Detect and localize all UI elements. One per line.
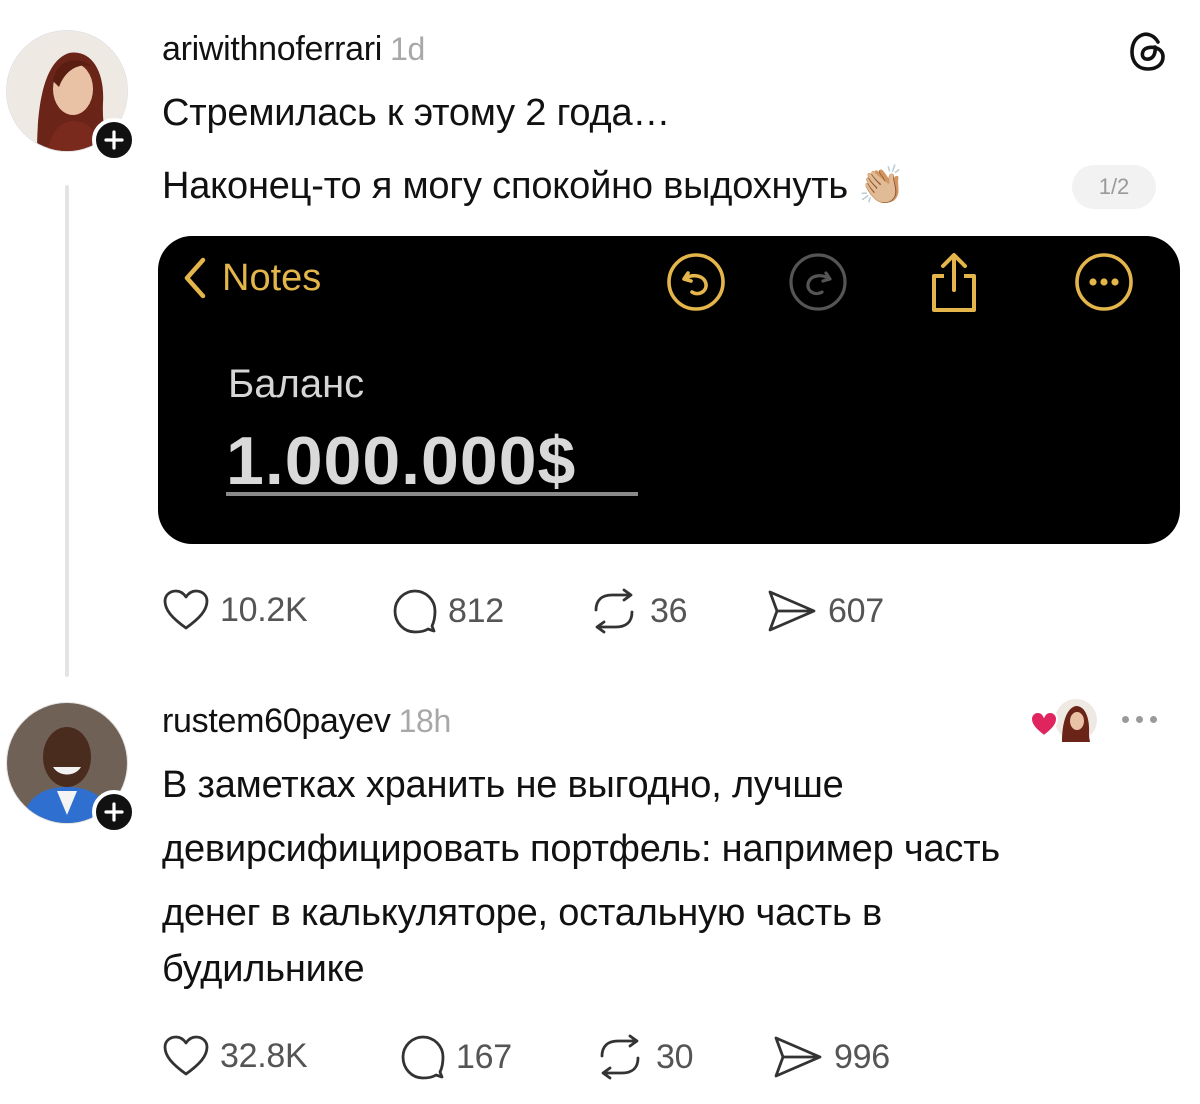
reply-text-line-2: девирсифицировать портфель: например час… <box>162 828 1001 870</box>
reply-share-button[interactable]: 996 <box>772 1034 890 1080</box>
reply-like-button[interactable]: 32.8K <box>162 1034 308 1078</box>
reply-text-line-4: будильнике <box>162 948 365 990</box>
heart-icon <box>163 589 209 630</box>
post-header: ariwithnoferrari 1d <box>162 30 425 69</box>
share-paper-plane-icon <box>768 590 816 632</box>
notes-balance-amount: 1.000.000$ <box>226 423 577 499</box>
more-circle-icon <box>1075 253 1133 311</box>
reply-comment-count: 167 <box>456 1037 512 1076</box>
share-button[interactable]: 607 <box>766 588 884 634</box>
repost-button[interactable]: 36 <box>588 588 688 634</box>
post-image-notes-screenshot[interactable]: Notes Баланс 1.000.000$ <box>158 236 1180 544</box>
comment-bubble-icon <box>401 1035 445 1080</box>
more-dots-icon[interactable] <box>1122 716 1157 723</box>
reply-author-avatar[interactable] <box>6 702 136 834</box>
reply-repost-button[interactable]: 30 <box>594 1034 694 1080</box>
reply-text-line-3: денег в калькуляторе, остальную часть в <box>162 892 882 934</box>
threads-feed: ariwithnoferrari 1d Стремилась к этому 2 … <box>0 0 1200 1104</box>
follow-plus-icon[interactable] <box>92 118 136 162</box>
reply-comment-button[interactable]: 167 <box>400 1034 512 1080</box>
comment-button[interactable]: 812 <box>392 588 504 634</box>
post-time: 1d <box>390 31 426 67</box>
repost-icon <box>600 1034 640 1080</box>
reply-time: 18h <box>398 703 452 739</box>
reply-header: rustem60payev 18h <box>162 702 451 741</box>
notes-back-label: Notes <box>222 256 322 299</box>
redo-icon <box>789 253 847 311</box>
repost-count: 36 <box>650 591 688 630</box>
chevron-left-icon <box>184 257 206 299</box>
reply-like-count: 32.8K <box>220 1036 308 1075</box>
comment-count: 812 <box>448 591 504 630</box>
share-count: 607 <box>828 591 884 630</box>
thread-connector-line <box>65 185 69 677</box>
heart-icon <box>163 1035 209 1076</box>
repost-icon <box>594 588 634 634</box>
notes-amount-underline <box>226 492 638 496</box>
author-username[interactable]: ariwithnoferrari <box>162 30 382 68</box>
post-text-line-1: Стремилась к этому 2 года… <box>162 92 671 134</box>
notes-back-button: Notes <box>182 256 321 300</box>
reply-share-count: 996 <box>834 1037 890 1076</box>
reply-follow-plus-icon[interactable] <box>92 790 136 834</box>
image-counter-badge: 1/2 <box>1072 165 1156 209</box>
like-count: 10.2K <box>220 590 308 629</box>
reply-username[interactable]: rustem60payev <box>162 702 391 740</box>
comment-bubble-icon <box>393 589 437 634</box>
author-avatar[interactable] <box>6 30 136 162</box>
threads-logo-icon <box>1128 28 1170 79</box>
post-text-line-2: Наконец-то я могу спокойно выдохнуть 👏🏼 <box>162 165 906 207</box>
share-paper-plane-icon <box>774 1036 822 1078</box>
like-button[interactable]: 10.2K <box>162 588 308 632</box>
liked-by-author-indicator <box>1028 696 1100 748</box>
undo-icon <box>667 253 725 311</box>
share-upload-icon <box>932 253 976 312</box>
reply-repost-count: 30 <box>656 1037 694 1076</box>
notes-note-title: Баланс <box>228 362 365 406</box>
reply-text-line-1: В заметках хранить не выгодно, лучше <box>162 764 844 806</box>
